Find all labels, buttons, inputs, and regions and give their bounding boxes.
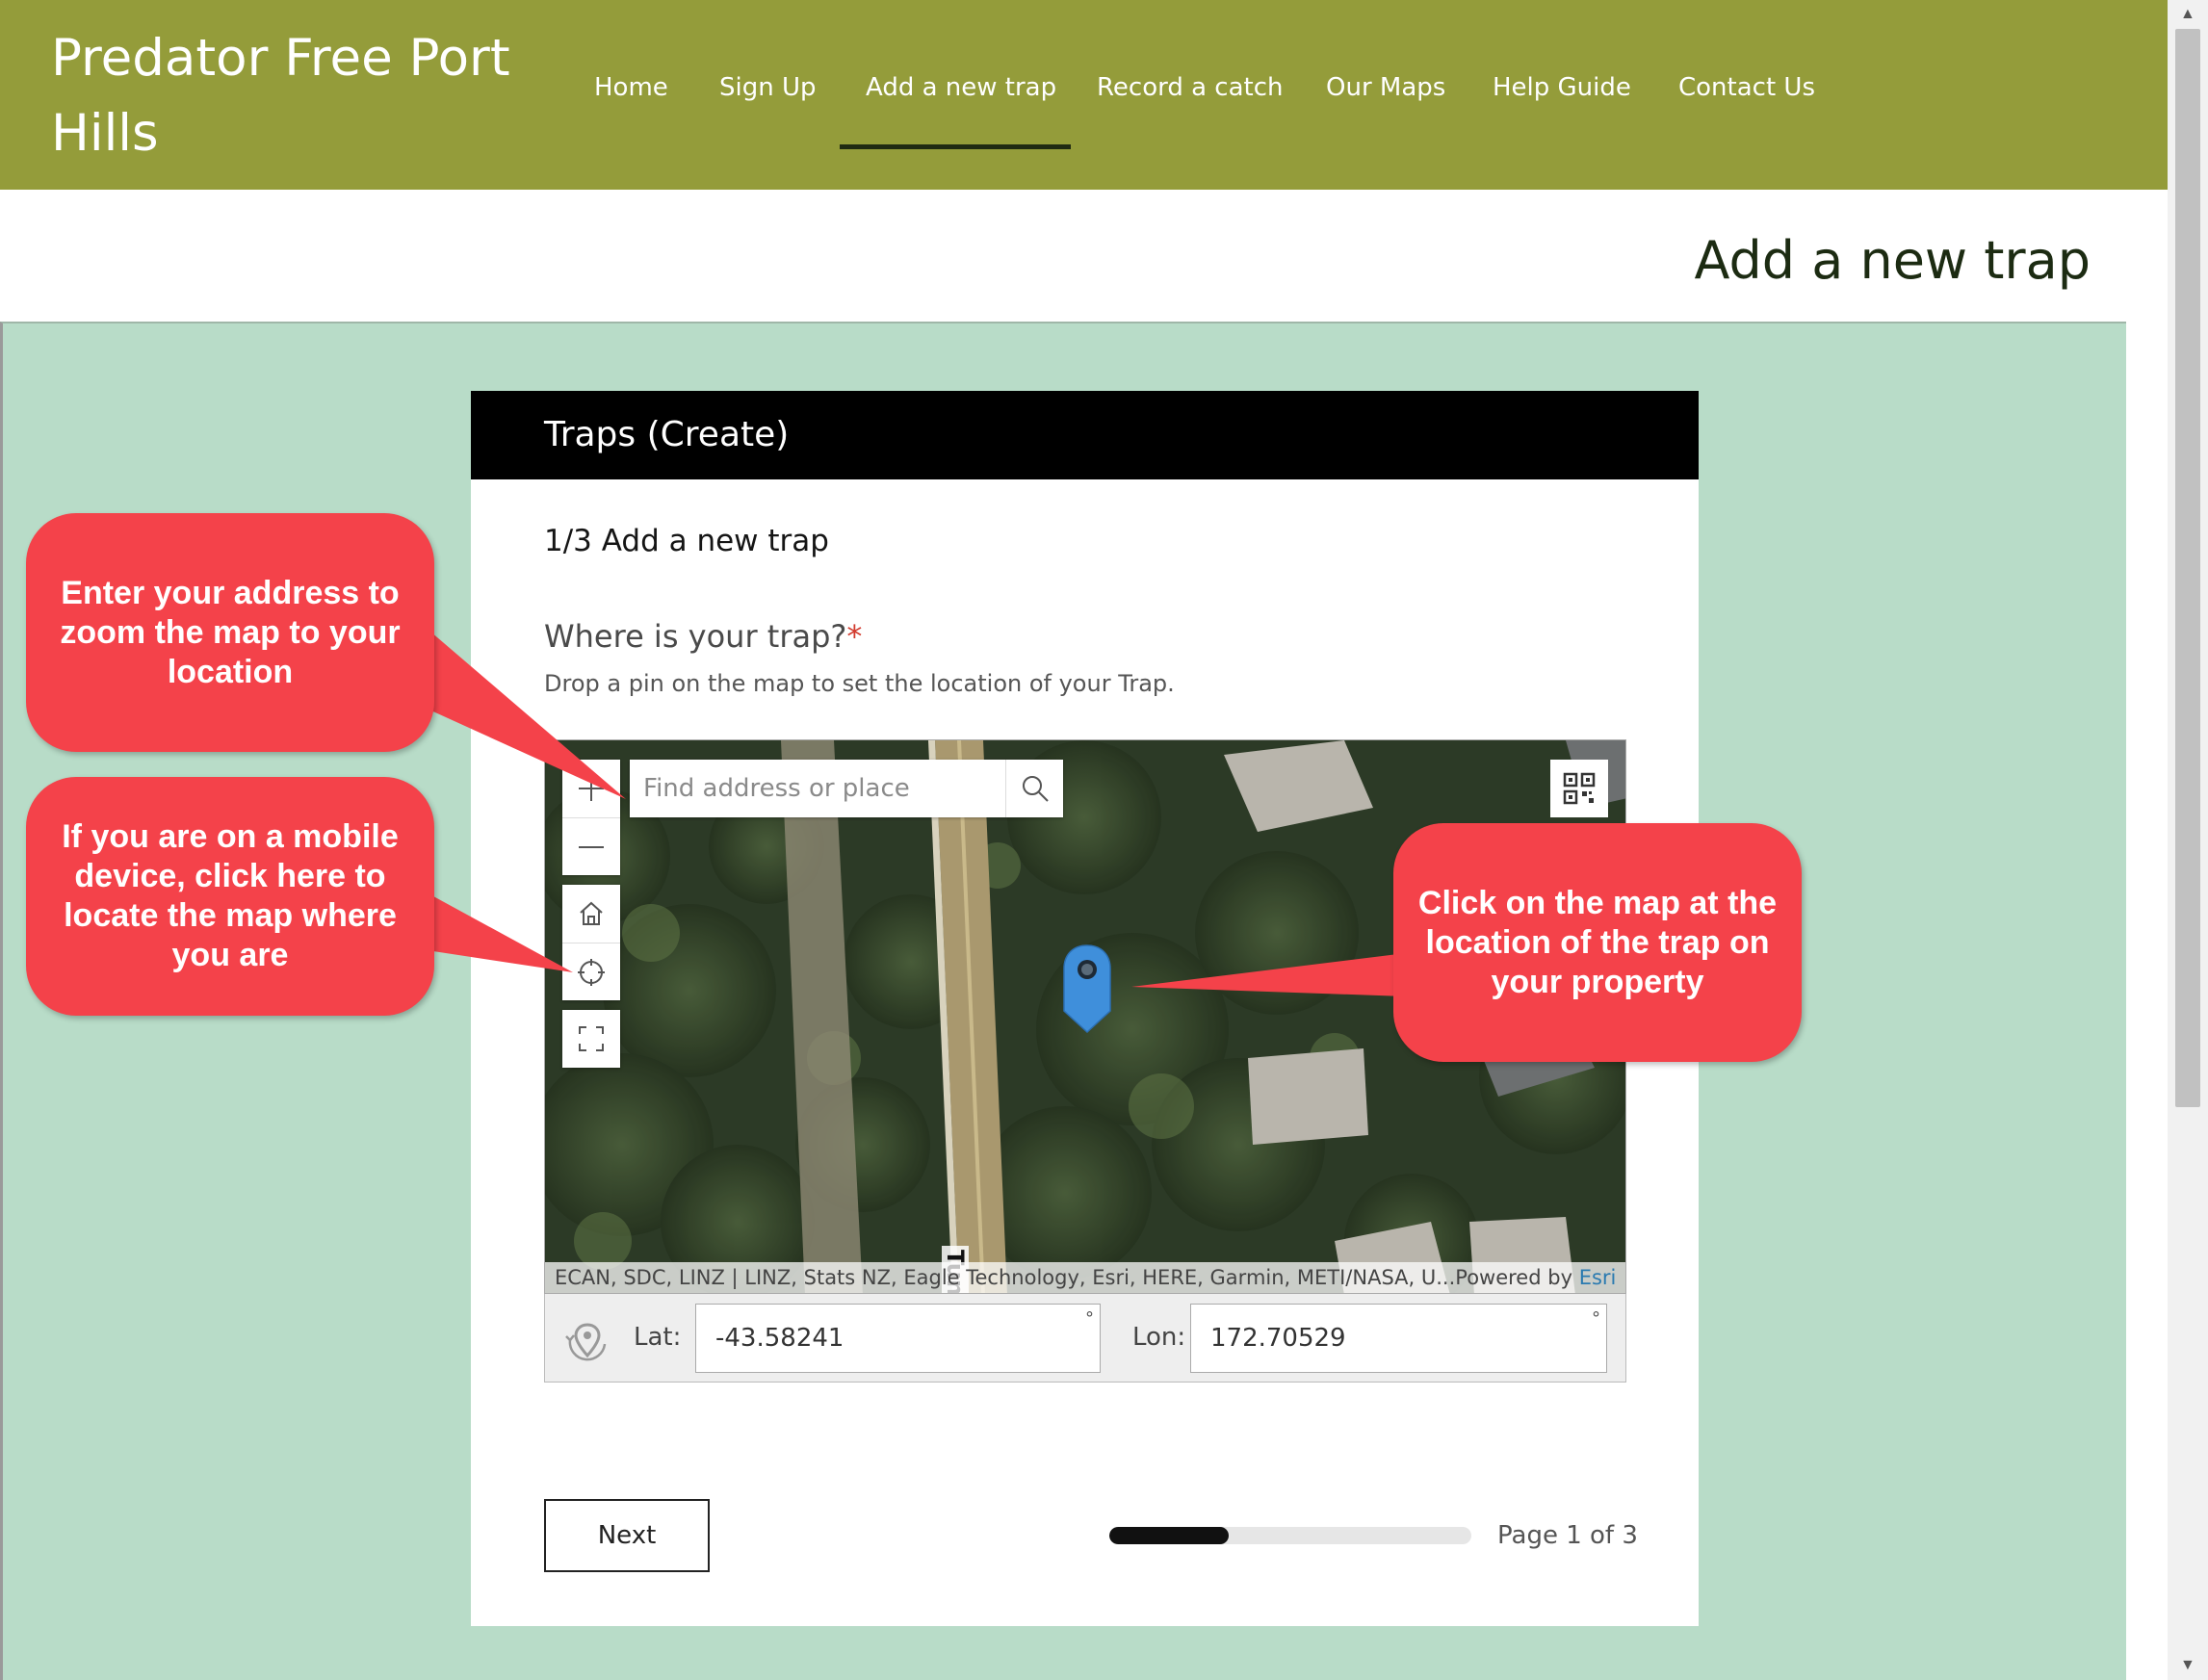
nav-our-maps[interactable]: Our Maps bbox=[1326, 73, 1445, 102]
coordinate-bar: Lat: -43.58241 ° Lon: 172.70529 ° bbox=[544, 1294, 1626, 1383]
section-title: 1/3 Add a new trap bbox=[544, 524, 829, 558]
nav-contact-us[interactable]: Contact Us bbox=[1678, 73, 1815, 102]
zoom-out-icon bbox=[579, 845, 604, 848]
page-indicator: Page 1 of 3 bbox=[1497, 1521, 1638, 1550]
scroll-thumb[interactable] bbox=[2175, 29, 2200, 1107]
search-icon bbox=[1022, 776, 1049, 802]
locate-button[interactable] bbox=[562, 943, 620, 1000]
scroll-up-icon[interactable]: ▲ bbox=[2180, 6, 2195, 23]
page-title: Add a new trap bbox=[1694, 230, 2091, 291]
page-scrollbar[interactable]: ▲ ▼ bbox=[2168, 0, 2208, 1680]
home-icon bbox=[580, 901, 603, 925]
nav-record-catch[interactable]: Record a catch bbox=[1097, 73, 1284, 102]
lon-label: Lon: bbox=[1132, 1323, 1186, 1352]
lat-input[interactable]: -43.58241 ° bbox=[695, 1304, 1101, 1373]
question-text: Where is your trap? bbox=[544, 618, 847, 655]
nav-help-guide[interactable]: Help Guide bbox=[1493, 73, 1631, 102]
callout-address: Enter your address to zoom the map to yo… bbox=[26, 513, 434, 752]
map-pin-icon[interactable] bbox=[1061, 943, 1113, 1034]
form-header: Traps (Create) bbox=[471, 391, 1699, 479]
question-hint: Drop a pin on the map to set the locatio… bbox=[544, 670, 1175, 697]
fullscreen-control bbox=[562, 1010, 620, 1068]
callout-mobile-text: If you are on a mobile device, click her… bbox=[62, 818, 399, 973]
lon-input[interactable]: 172.70529 ° bbox=[1190, 1304, 1607, 1373]
home-button[interactable] bbox=[562, 885, 620, 943]
nav-controls bbox=[562, 885, 620, 1000]
lat-degree: ° bbox=[1085, 1308, 1094, 1329]
qr-code-icon bbox=[1563, 772, 1596, 805]
callout-mobile: If you are on a mobile device, click her… bbox=[26, 777, 434, 1016]
zoom-in-button[interactable] bbox=[562, 760, 620, 817]
required-mark: * bbox=[846, 618, 863, 655]
lon-degree: ° bbox=[1592, 1308, 1600, 1329]
fullscreen-button[interactable] bbox=[562, 1010, 620, 1068]
progress-bar bbox=[1109, 1527, 1471, 1544]
nav-add-trap[interactable]: Add a new trap bbox=[866, 73, 1056, 102]
fullscreen-icon bbox=[579, 1026, 604, 1051]
question-label: Where is your trap?* bbox=[544, 618, 862, 655]
nav-home[interactable]: Home bbox=[594, 73, 668, 102]
zoom-controls bbox=[562, 760, 620, 875]
lon-value: 172.70529 bbox=[1210, 1324, 1346, 1353]
locate-icon bbox=[578, 958, 605, 986]
title-band: Add a new trap bbox=[0, 190, 2168, 322]
callout-address-text: Enter your address to zoom the map to yo… bbox=[60, 574, 401, 690]
site-title[interactable]: Predator Free Port Hills bbox=[51, 21, 533, 171]
lat-label: Lat: bbox=[634, 1323, 682, 1352]
nav-sign-up[interactable]: Sign Up bbox=[719, 73, 817, 102]
progress-fill bbox=[1109, 1527, 1230, 1544]
lat-value: -43.58241 bbox=[715, 1324, 844, 1353]
site-header: Predator Free Port Hills Home Sign Up Ad… bbox=[0, 0, 2168, 190]
search-button[interactable] bbox=[1005, 760, 1063, 817]
address-search-input[interactable] bbox=[630, 760, 1005, 817]
nav-active-indicator bbox=[840, 144, 1071, 149]
qr-code-button[interactable] bbox=[1550, 760, 1608, 817]
zoom-in-icon bbox=[579, 776, 604, 801]
next-button[interactable]: Next bbox=[544, 1499, 710, 1572]
scroll-down-icon[interactable]: ▼ bbox=[2180, 1657, 2195, 1674]
zoom-out-button[interactable] bbox=[562, 817, 620, 875]
attribution-text: ECAN, SDC, LINZ | LINZ, Stats NZ, Eagle … bbox=[555, 1266, 1456, 1289]
location-refresh-icon[interactable] bbox=[564, 1319, 610, 1361]
powered-by-text: Powered by bbox=[1455, 1266, 1572, 1289]
callout-click-map: Click on the map at the location of the … bbox=[1393, 823, 1802, 1062]
callout-click-map-text: Click on the map at the location of the … bbox=[1417, 884, 1778, 1000]
map-search bbox=[630, 760, 1063, 817]
